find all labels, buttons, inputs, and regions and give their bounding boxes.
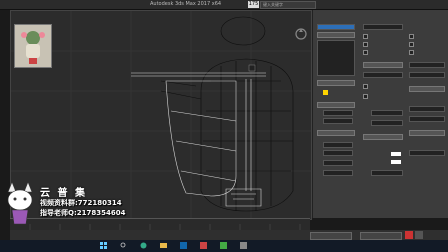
color-swatch[interactable]: [391, 160, 401, 164]
folder-icon[interactable]: [160, 242, 167, 249]
app-icon[interactable]: [180, 242, 187, 249]
value-field[interactable]: [323, 118, 353, 124]
modifier-list-button[interactable]: [317, 32, 355, 38]
status-bar: [10, 230, 448, 240]
view-cube-icon[interactable]: [294, 26, 308, 45]
panel-column-create: [315, 10, 359, 218]
panel-button[interactable]: [317, 80, 355, 86]
value-field[interactable]: [371, 110, 403, 116]
watermark-line-2: 指导老师Q:2178354604: [40, 209, 126, 217]
panel-button[interactable]: [317, 102, 355, 108]
browser-icon[interactable]: [140, 242, 147, 249]
value-field[interactable]: [409, 72, 445, 78]
panel-button[interactable]: [317, 130, 355, 136]
window-title: Autodesk 3ds Max 2017 x64: [150, 1, 222, 7]
windows-icon[interactable]: [100, 242, 107, 249]
value-field[interactable]: [323, 150, 353, 156]
checkbox[interactable]: [409, 42, 414, 47]
value-field[interactable]: [363, 72, 403, 78]
color-swatch[interactable]: [323, 90, 328, 95]
character-preview-image: [14, 24, 52, 68]
panel-column-modify: [361, 10, 405, 218]
watermark-brand: 云 普 集: [40, 188, 87, 199]
panel-column-hierarchy: [407, 10, 447, 218]
watermark-line-1: 视频资料群:772180314: [40, 199, 122, 207]
checkbox[interactable]: [363, 84, 368, 89]
search-input[interactable]: 键入关键字: [260, 1, 316, 9]
value-field[interactable]: [409, 116, 445, 122]
taskbar: [0, 240, 448, 252]
panel-button[interactable]: [363, 134, 403, 140]
value-field[interactable]: [363, 24, 403, 30]
command-panel[interactable]: [312, 10, 448, 218]
color-swatch[interactable]: [391, 152, 401, 156]
panel-button[interactable]: [363, 62, 403, 68]
coordinate-field[interactable]: [360, 232, 402, 240]
coordinate-field[interactable]: [310, 232, 352, 240]
value-field[interactable]: [323, 170, 353, 176]
modifier-stack-list[interactable]: [317, 40, 355, 76]
value-field[interactable]: [323, 142, 353, 148]
app-icon[interactable]: [200, 242, 207, 249]
checkbox[interactable]: [363, 42, 368, 47]
checkbox[interactable]: [363, 94, 368, 99]
checkbox[interactable]: [363, 34, 368, 39]
value-field[interactable]: [409, 62, 445, 68]
value-field[interactable]: [371, 170, 403, 176]
value-field[interactable]: [323, 110, 353, 116]
checkbox[interactable]: [363, 50, 368, 55]
set-key-button[interactable]: [415, 231, 423, 239]
app-icon[interactable]: [220, 242, 227, 249]
value-field[interactable]: [409, 150, 445, 156]
app-icon[interactable]: [240, 242, 247, 249]
frame-badge: 175: [248, 1, 259, 8]
value-field[interactable]: [323, 160, 353, 166]
value-field[interactable]: [409, 106, 445, 112]
value-field[interactable]: [371, 120, 403, 126]
auto-key-button[interactable]: [405, 231, 413, 239]
checkbox[interactable]: [409, 50, 414, 55]
selected-object-field[interactable]: [317, 24, 355, 30]
mascot-logo: [4, 181, 36, 230]
search-icon[interactable]: [120, 242, 127, 249]
title-bar: Autodesk 3ds Max 2017 x64 175 键入关键字: [0, 0, 448, 10]
checkbox[interactable]: [409, 34, 414, 39]
panel-button[interactable]: [409, 86, 445, 92]
panel-button[interactable]: [409, 130, 445, 136]
